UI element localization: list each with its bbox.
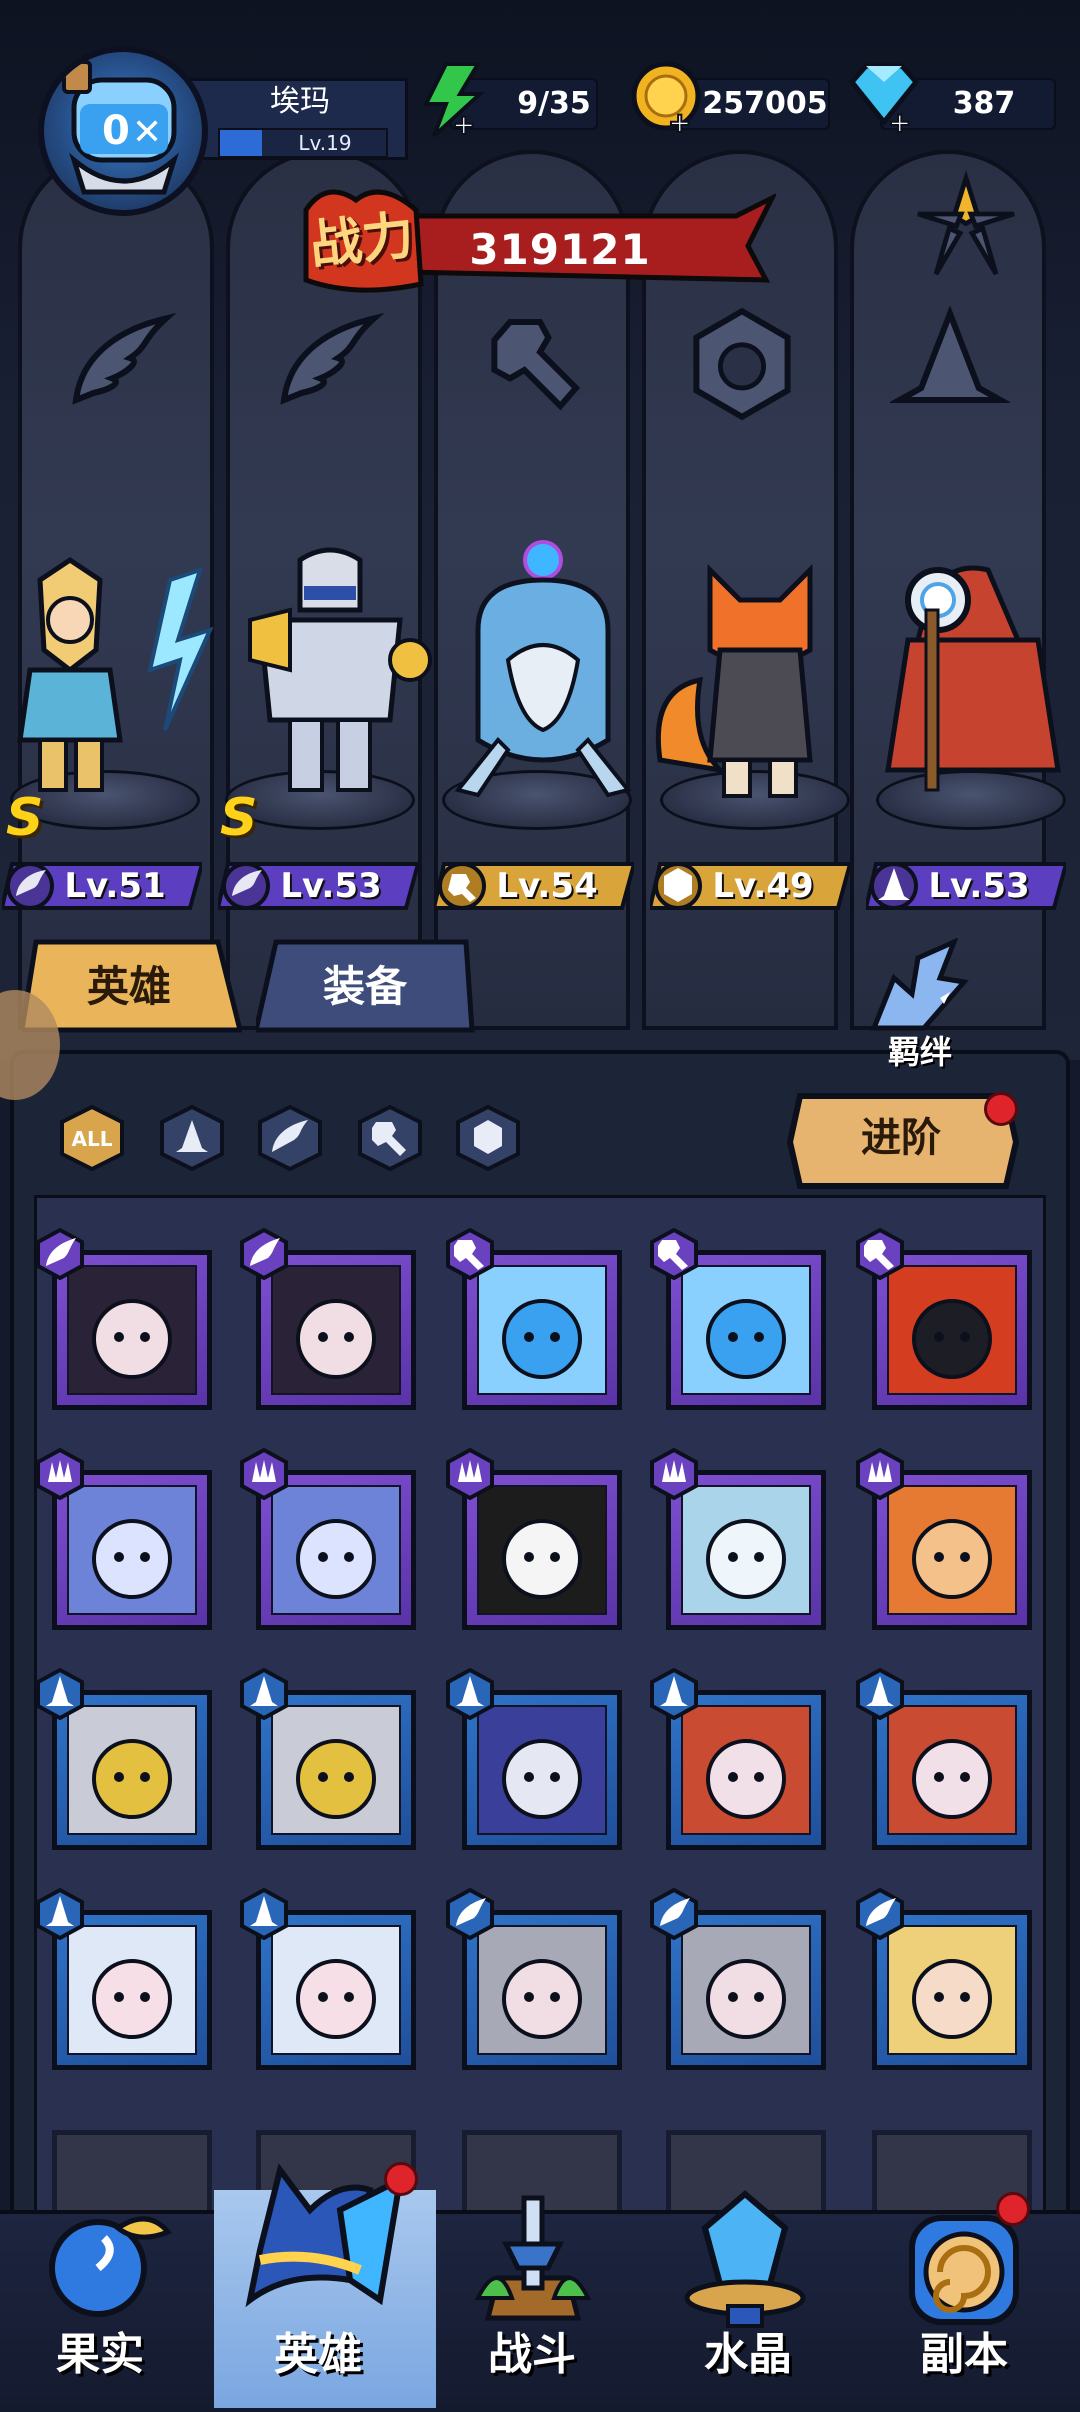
- wizard-hat-emblem-icon: [890, 304, 1010, 424]
- hero-card-wing-icon: [648, 1887, 700, 1941]
- level-progress-fill: [220, 130, 262, 156]
- svg-text:ALL: ALL: [72, 1127, 113, 1151]
- hero-card-wizard-hat-icon: [238, 1887, 290, 1941]
- gold-coin-icon[interactable]: +: [628, 58, 706, 140]
- hero-card-wizard-hat-icon: [854, 1667, 906, 1721]
- hero-portrait: [67, 1485, 197, 1615]
- hero-card-claw-icon: [444, 1447, 496, 1501]
- hero-portrait: [887, 1485, 1017, 1615]
- bond-icon[interactable]: [854, 937, 984, 1038]
- nav-label-dungeon[interactable]: 副本: [864, 2320, 1064, 2390]
- player-name: 埃玛: [270, 84, 330, 119]
- filter-claw-icon[interactable]: [454, 1104, 522, 1172]
- hero-card-wizard-hat-icon: [648, 1667, 700, 1721]
- hero-portrait: [271, 1705, 401, 1835]
- hero-level: Lv.53: [280, 866, 382, 906]
- hero-figure-red-wizard[interactable]: [868, 540, 1068, 810]
- nav-label-fruit[interactable]: 果实: [0, 2320, 200, 2390]
- hero-portrait: [681, 1265, 811, 1395]
- svg-text:+: +: [452, 108, 475, 140]
- crystal-icon[interactable]: [670, 2188, 820, 2328]
- advance-button-label: 进阶: [861, 1115, 941, 1161]
- power-value: 319121: [469, 225, 651, 274]
- hero-card-claw-icon: [854, 1447, 906, 1501]
- hero-portrait: [67, 1925, 197, 2055]
- hero-card-wizard-hat-icon: [444, 1667, 496, 1721]
- hero-level: Lv.53: [928, 866, 1030, 906]
- hero-portrait: [477, 1925, 607, 2055]
- hero-card-wizard-hat-icon: [34, 1667, 86, 1721]
- nav-label-battle[interactable]: 战斗: [432, 2320, 632, 2390]
- wing-emblem-icon: [266, 304, 386, 424]
- hero-card-wizard-hat-icon: [238, 1667, 290, 1721]
- hero-portrait: [477, 1265, 607, 1395]
- power-label: 战力: [307, 205, 417, 277]
- energy-bolt-icon[interactable]: +: [416, 60, 488, 142]
- hero-figure-golden-warrior[interactable]: [0, 540, 214, 810]
- filter-all[interactable]: ALL: [58, 1104, 126, 1172]
- notification-dot: [984, 1092, 1018, 1126]
- hero-level: Lv.49: [712, 866, 814, 906]
- bond-label[interactable]: 羁绊: [880, 1030, 960, 1074]
- svg-text:0: 0: [102, 108, 130, 154]
- hero-portrait: [67, 1265, 197, 1395]
- hero-card-wrench-icon: [854, 1227, 906, 1281]
- claw-emblem-icon: [682, 304, 802, 424]
- hero-card-wizard-hat-icon: [34, 1887, 86, 1941]
- fruit-icon[interactable]: [28, 2188, 178, 2328]
- menu-flower-icon[interactable]: [906, 166, 1026, 286]
- energy-value: 9/35: [517, 86, 591, 121]
- nav-label-crystal[interactable]: 水晶: [648, 2320, 848, 2390]
- filter-wizard-hat-icon[interactable]: [158, 1104, 226, 1172]
- hero-card-claw-icon: [34, 1447, 86, 1501]
- player-avatar[interactable]: 0 ✕: [38, 46, 208, 216]
- hero-portrait: [887, 1265, 1017, 1395]
- hero-portrait: [681, 1485, 811, 1615]
- filter-wrench-icon[interactable]: [356, 1104, 424, 1172]
- gem-value: 387: [952, 86, 1016, 121]
- hero-figure-fox[interactable]: [650, 540, 850, 810]
- hero-portrait: [477, 1705, 607, 1835]
- hero-portrait: [477, 1485, 607, 1615]
- player-level: Lv.19: [298, 131, 352, 155]
- tab-heroes-label: 英雄: [86, 962, 171, 1011]
- gold-value: 257005: [702, 86, 828, 121]
- hero-figure-silver-knight[interactable]: [220, 540, 432, 810]
- hero-card-wing-icon: [34, 1227, 86, 1281]
- hero-portrait: [887, 1705, 1017, 1835]
- hero-card-wrench-icon: [648, 1227, 700, 1281]
- hero-level: Lv.51: [64, 866, 166, 906]
- diamond-gem-icon[interactable]: +: [842, 58, 926, 140]
- hero-card-wrench-icon: [444, 1227, 496, 1281]
- hero-figure-glass-pod[interactable]: [438, 540, 638, 810]
- hero-portrait: [887, 1925, 1017, 2055]
- hero-card-claw-icon: [648, 1447, 700, 1501]
- hero-card-wing-icon: [238, 1227, 290, 1281]
- svg-text:+: +: [668, 106, 691, 136]
- hero-portrait: [271, 1265, 401, 1395]
- hero-portrait: [681, 1705, 811, 1835]
- nav-label-heroes[interactable]: 英雄: [218, 2320, 418, 2390]
- hero-level: Lv.54: [496, 866, 598, 906]
- hero-portrait: [681, 1925, 811, 2055]
- hero-card-wing-icon: [444, 1887, 496, 1941]
- wrench-emblem-icon: [474, 304, 594, 424]
- svg-text:+: +: [888, 106, 911, 136]
- notification-dot: [384, 2162, 418, 2196]
- hero-portrait: [271, 1925, 401, 2055]
- hero-rank-badge: S: [6, 788, 44, 848]
- hero-rank-badge: S: [220, 788, 258, 848]
- hero-portrait: [271, 1485, 401, 1615]
- notification-dot: [996, 2192, 1030, 2226]
- svg-text:✕: ✕: [132, 112, 162, 153]
- wing-emblem-icon: [58, 304, 178, 424]
- hero-card-wing-icon: [854, 1887, 906, 1941]
- hero-portrait: [67, 1705, 197, 1835]
- filter-wing-icon[interactable]: [256, 1104, 324, 1172]
- hero-card-claw-icon: [238, 1447, 290, 1501]
- tab-equipment-label: 装备: [322, 962, 407, 1011]
- battle-sword-icon[interactable]: [458, 2188, 608, 2328]
